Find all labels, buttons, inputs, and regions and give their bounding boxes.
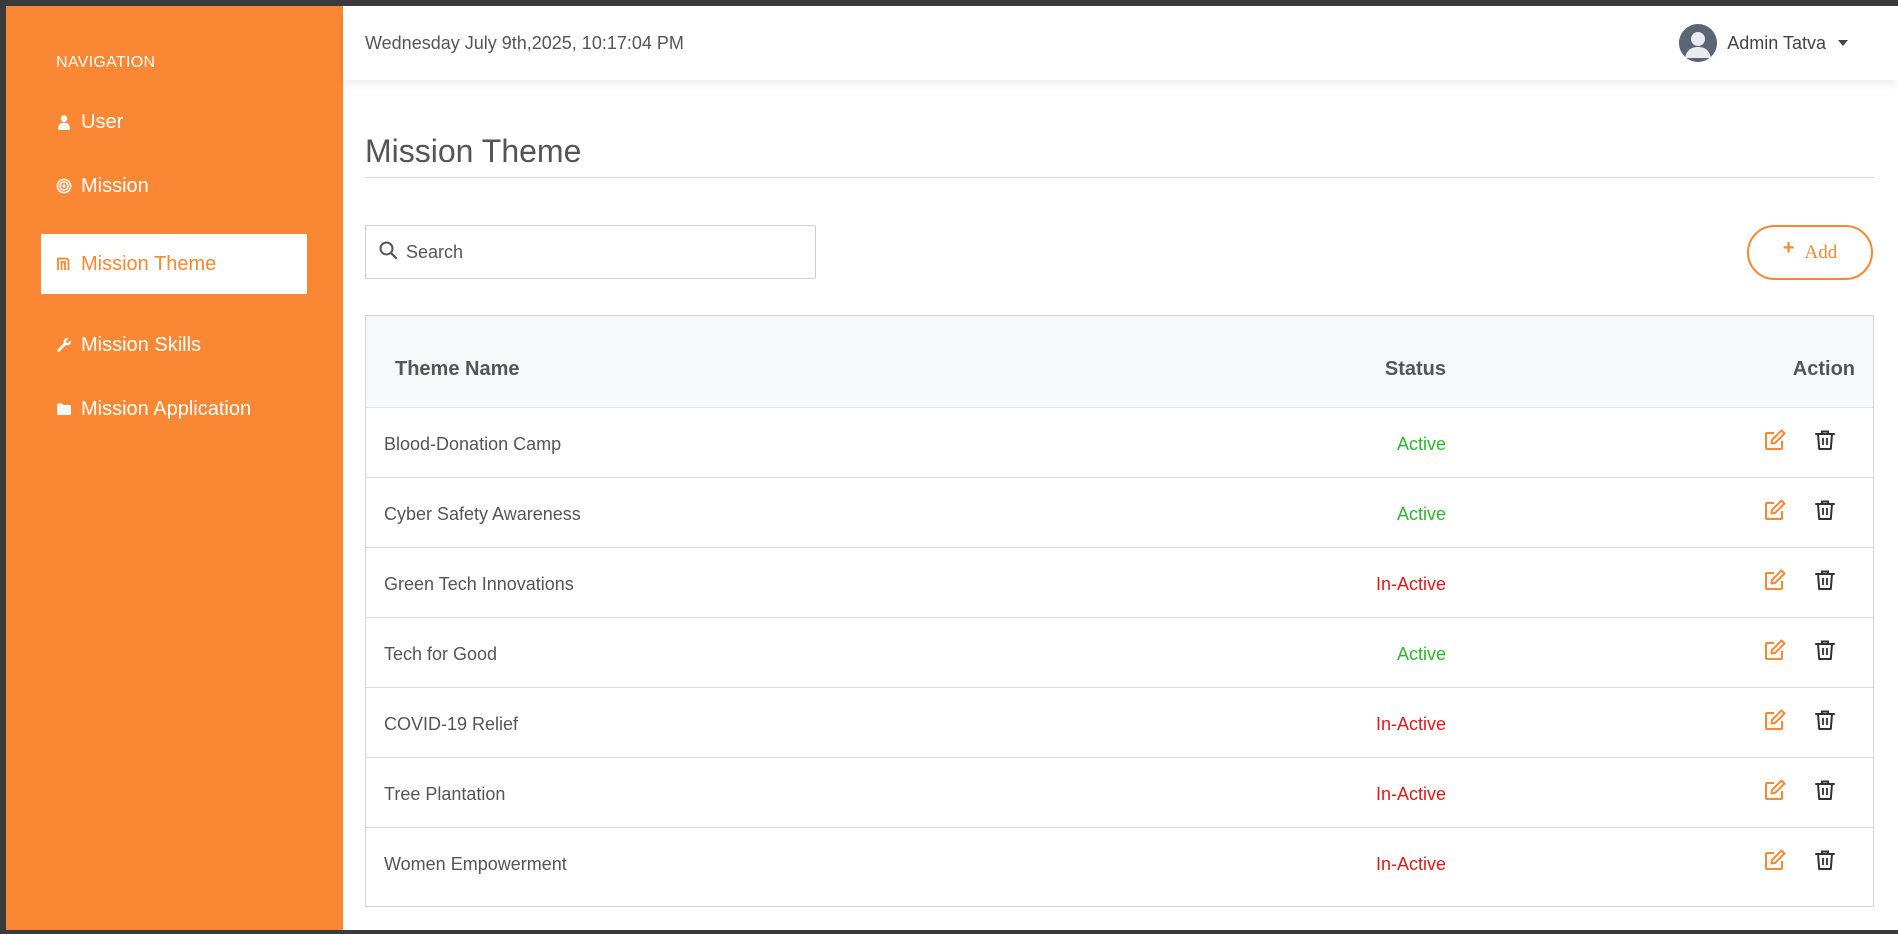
- search-input[interactable]: [406, 241, 786, 263]
- sidebar-item-label: Mission Theme: [81, 252, 217, 275]
- edit-icon[interactable]: [1761, 846, 1789, 874]
- trash-icon[interactable]: [1811, 846, 1839, 874]
- edit-icon[interactable]: [1761, 566, 1789, 594]
- sidebar-item-mission-theme[interactable]: Mission Theme: [41, 234, 307, 294]
- column-header-theme-name: Theme Name: [395, 358, 520, 380]
- user-icon: [55, 113, 73, 131]
- search-field: [365, 225, 816, 279]
- edit-icon[interactable]: [1761, 636, 1789, 664]
- status-cell: Active: [1396, 644, 1446, 664]
- trash-icon[interactable]: [1811, 496, 1839, 524]
- table-body: Blood-Donation Camp Active Cyber Safety Aw…: [366, 408, 1873, 898]
- theme-name-cell: Blood-Donation Camp: [384, 434, 562, 454]
- theme-name-cell: COVID-19 Relief: [384, 714, 519, 734]
- table-row: Tech for Good Active: [366, 618, 1873, 688]
- sidebar-item-mission-skills[interactable]: Mission Skills: [41, 315, 307, 375]
- add-button-label: Add: [1804, 241, 1838, 263]
- edit-icon[interactable]: [1761, 496, 1789, 524]
- folder-icon: [55, 400, 73, 418]
- theme-icon: [55, 255, 73, 273]
- trash-icon[interactable]: [1811, 636, 1839, 664]
- sidebar-item-label: Mission Skills: [81, 333, 202, 356]
- search-icon: [378, 240, 398, 265]
- theme-name-cell: Green Tech Innovations: [384, 574, 574, 594]
- app-window: NAVIGATION User Mission Mission Theme Mi…: [6, 6, 1898, 930]
- table-row: Cyber Safety Awareness Active: [366, 478, 1873, 548]
- plus-icon: +: [1782, 237, 1795, 259]
- sidebar-item-label: Mission Application: [81, 397, 252, 420]
- status-cell: In-Active: [1375, 854, 1446, 874]
- table-header: Theme Name Status Action: [366, 316, 1873, 408]
- status-cell: In-Active: [1375, 784, 1446, 804]
- theme-name-cell: Tech for Good: [384, 644, 498, 664]
- edit-icon[interactable]: [1761, 706, 1789, 734]
- status-cell: Active: [1396, 434, 1446, 454]
- nav-heading: NAVIGATION: [56, 54, 156, 71]
- trash-icon[interactable]: [1811, 426, 1839, 454]
- theme-name-cell: Tree Plantation: [384, 784, 506, 804]
- sidebar-item-user[interactable]: User: [41, 92, 307, 152]
- user-menu-dropdown[interactable]: Admin Tatva: [1679, 24, 1848, 62]
- user-name: Admin Tatva: [1727, 32, 1826, 53]
- sidebar: NAVIGATION User Mission Mission Theme Mi…: [6, 6, 343, 930]
- theme-name-cell: Women Empowerment: [384, 854, 567, 874]
- wrench-icon: [55, 336, 73, 354]
- status-cell: In-Active: [1375, 574, 1446, 594]
- status-cell: Active: [1396, 504, 1446, 524]
- topbar: Wednesday July 9th,2025, 10:17:04 PM Adm…: [343, 6, 1898, 80]
- sidebar-item-label: User: [81, 110, 124, 133]
- table-row: Tree Plantation In-Active: [366, 758, 1873, 828]
- chevron-down-icon: [1838, 40, 1848, 46]
- column-header-action: Action: [1792, 358, 1855, 380]
- table-row: Green Tech Innovations In-Active: [366, 548, 1873, 618]
- table-row: Women Empowerment In-Active: [366, 828, 1873, 898]
- sidebar-item-label: Mission: [81, 174, 149, 197]
- current-datetime: Wednesday July 9th,2025, 10:17:04 PM: [365, 33, 684, 53]
- themes-table: Theme Name Status Action Blood-Donation …: [365, 315, 1874, 907]
- sidebar-item-mission-application[interactable]: Mission Application: [41, 379, 307, 439]
- trash-icon[interactable]: [1811, 706, 1839, 734]
- edit-icon[interactable]: [1761, 426, 1789, 454]
- sidebar-item-mission[interactable]: Mission: [41, 156, 307, 216]
- edit-icon[interactable]: [1761, 776, 1789, 804]
- user-avatar-icon: [1679, 24, 1718, 62]
- bullseye-icon: [55, 177, 73, 195]
- title-divider: [365, 177, 1874, 178]
- column-header-status: Status: [1384, 358, 1446, 380]
- status-cell: In-Active: [1375, 714, 1446, 734]
- trash-icon[interactable]: [1811, 566, 1839, 594]
- page-title: Mission Theme: [365, 133, 582, 169]
- add-button[interactable]: + Add: [1747, 225, 1873, 280]
- theme-name-cell: Cyber Safety Awareness: [384, 504, 581, 524]
- table-row: COVID-19 Relief In-Active: [366, 688, 1873, 758]
- trash-icon[interactable]: [1811, 776, 1839, 804]
- table-row: Blood-Donation Camp Active: [366, 408, 1873, 478]
